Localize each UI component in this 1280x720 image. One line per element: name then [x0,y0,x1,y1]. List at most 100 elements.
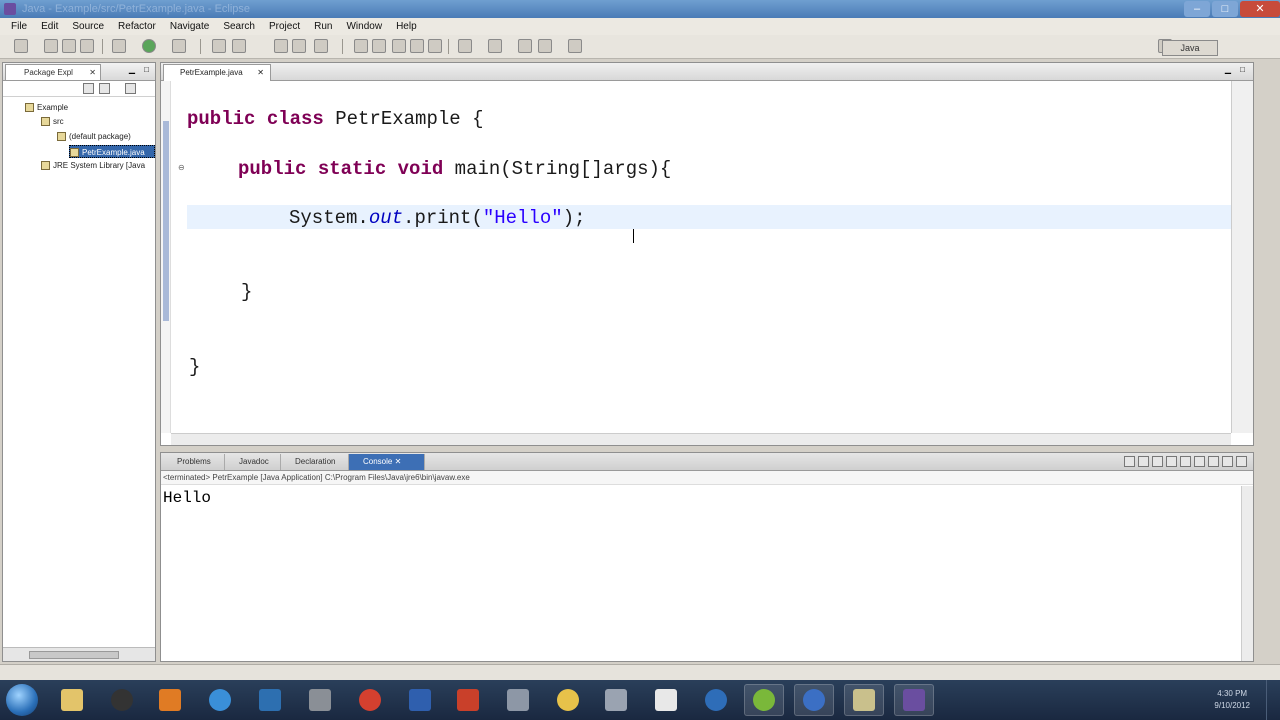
next-annotation-icon[interactable] [458,39,472,53]
tab-label: Console [363,457,393,466]
toggle-mark-occurrences-icon[interactable] [354,39,368,53]
minimize-button[interactable]: – [1184,1,1210,17]
tree-item-jre-library[interactable]: JRE System Library [Java [41,159,145,172]
media-player-taskbar-icon[interactable] [150,684,190,716]
open-console-icon[interactable] [1208,456,1219,467]
console-output[interactable]: Hello [163,489,211,507]
chrome-taskbar-icon[interactable] [350,684,390,716]
menu-refactor[interactable]: Refactor [111,18,163,35]
taskbar-clock[interactable]: 4:30 PM 9/10/2012 [1214,688,1250,712]
tree-item-default-package[interactable]: (default package) [57,130,131,143]
open-type-icon[interactable] [292,39,306,53]
package-explorer-tab[interactable]: Package Expl ✕ [5,64,101,80]
close-icon[interactable]: ✕ [395,457,402,466]
close-icon[interactable]: ✕ [89,65,96,80]
new-icon[interactable] [14,39,28,53]
back-icon[interactable] [538,39,552,53]
browser-taskbar-icon[interactable] [794,684,834,716]
explorer-taskbar-icon[interactable] [52,684,92,716]
print-icon[interactable] [80,39,94,53]
save-all-icon[interactable] [62,39,76,53]
close-icon[interactable]: ✕ [257,65,264,80]
package-explorer-horizontal-scrollbar[interactable] [3,647,155,661]
tab-console[interactable]: Console ✕ [349,454,425,470]
menu-navigate[interactable]: Navigate [163,18,216,35]
tree-item-label: src [53,117,64,126]
clock-time: 4:30 PM [1217,689,1248,698]
fold-marker-icon[interactable]: ⊖ [178,163,185,172]
show-desktop-button[interactable] [1266,680,1280,720]
terminate-icon[interactable] [1124,456,1135,467]
tree-item-java-file[interactable]: PetrExample.java [69,145,155,158]
save-icon[interactable] [44,39,58,53]
tool-taskbar-icon[interactable] [300,684,340,716]
menu-edit[interactable]: Edit [34,18,65,35]
settings-taskbar-icon[interactable] [596,684,636,716]
tab-javadoc[interactable]: Javadoc [225,454,281,470]
code-editor[interactable]: PetrExample.java ✕ ▁ □ ⊖ public class Pe… [160,62,1254,446]
maximize-view-icon[interactable] [1236,456,1247,467]
last-edit-icon[interactable] [518,39,532,53]
picasa-taskbar-icon[interactable] [548,684,588,716]
word-wrap-icon[interactable] [428,39,442,53]
internet-explorer-taskbar-icon[interactable] [200,684,240,716]
scroll-lock-icon[interactable] [1166,456,1177,467]
tab-declaration[interactable]: Declaration [281,454,349,470]
menu-project[interactable]: Project [262,18,307,35]
minimize-view-icon[interactable]: ▁ [129,65,135,74]
menu-help[interactable]: Help [389,18,424,35]
remove-launch-icon[interactable] [1138,456,1149,467]
tab-problems[interactable]: Problems [163,454,225,470]
collapse-all-icon[interactable] [83,83,94,94]
debug-icon[interactable] [112,39,126,53]
run-icon[interactable] [142,39,156,53]
eclipse-taskbar-icon[interactable] [894,684,934,716]
tasks-taskbar-icon[interactable] [250,684,290,716]
status-bar [0,664,1280,680]
previous-annotation-icon[interactable] [488,39,502,53]
show-whitespace-icon[interactable] [410,39,424,53]
close-button[interactable]: ✕ [1240,1,1280,17]
tree-item-src[interactable]: src [41,115,64,128]
calendar-taskbar-icon[interactable] [448,684,488,716]
maximize-button[interactable]: □ [1212,1,1238,17]
clock-date: 9/10/2012 [1214,701,1250,710]
java-perspective-button[interactable]: Java [1162,40,1218,56]
new-package-icon[interactable] [232,39,246,53]
menu-file[interactable]: File [4,18,34,35]
menu-window[interactable]: Window [339,18,389,35]
view-menu-icon[interactable] [125,83,136,94]
minimize-view-icon[interactable]: ▁ [1225,65,1231,74]
forward-icon[interactable] [568,39,582,53]
notes-taskbar-icon[interactable] [844,684,884,716]
new-class-icon[interactable] [274,39,288,53]
editor-overview-ruler[interactable] [1231,81,1253,433]
search-icon[interactable] [314,39,328,53]
pencil-icon[interactable] [372,39,386,53]
editor-tab-petrexample[interactable]: PetrExample.java ✕ [163,64,271,81]
image-editor-taskbar-icon[interactable] [646,684,686,716]
display-selected-console-icon[interactable] [1194,456,1205,467]
pin-console-icon[interactable] [1180,456,1191,467]
minimize-view-icon[interactable] [1222,456,1233,467]
library-icon [41,161,50,171]
menu-source[interactable]: Source [65,18,111,35]
calculator-taskbar-icon[interactable] [498,684,538,716]
tree-item-project[interactable]: Example [25,101,68,114]
word-taskbar-icon[interactable] [400,684,440,716]
editor-horizontal-scrollbar[interactable] [171,433,1231,445]
console-vertical-scrollbar[interactable] [1241,486,1253,661]
maximize-view-icon[interactable]: □ [1240,65,1245,74]
menu-search[interactable]: Search [216,18,262,35]
new-java-project-icon[interactable] [212,39,226,53]
block-selection-icon[interactable] [392,39,406,53]
menu-run[interactable]: Run [307,18,339,35]
start-button[interactable] [6,684,38,716]
hp-taskbar-icon[interactable] [102,684,142,716]
external-tools-icon[interactable] [172,39,186,53]
maximize-view-icon[interactable]: □ [144,65,149,74]
link-with-editor-icon[interactable] [99,83,110,94]
globe-taskbar-icon[interactable] [696,684,736,716]
remove-all-terminated-icon[interactable] [1152,456,1163,467]
spotify-taskbar-icon[interactable] [744,684,784,716]
